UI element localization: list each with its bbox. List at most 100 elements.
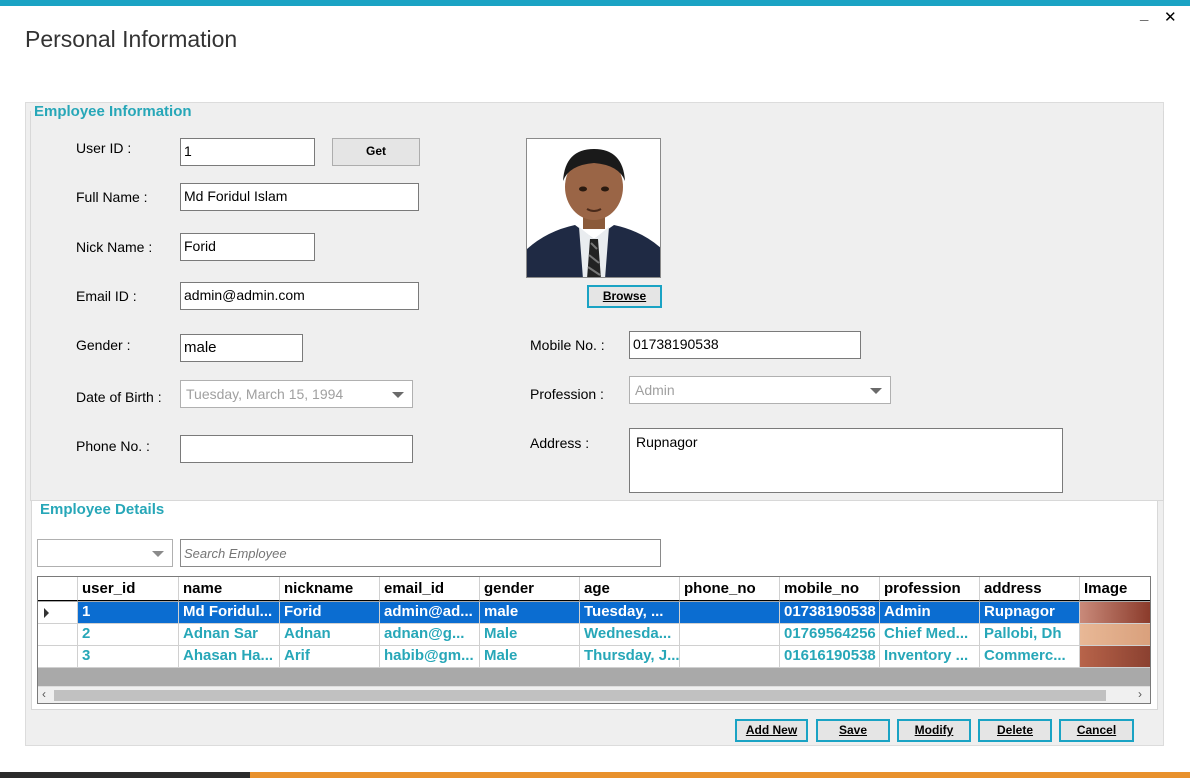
chevron-down-icon: [870, 388, 882, 394]
table-cell[interactable]: 1: [78, 602, 179, 624]
table-cell[interactable]: habib@gm...: [380, 646, 480, 668]
table-cell[interactable]: 2: [78, 624, 179, 646]
dob-picker[interactable]: Tuesday, March 15, 1994: [180, 380, 413, 408]
horizontal-scrollbar[interactable]: ‹ ›: [38, 686, 1150, 703]
table-cell[interactable]: Thursday, J...: [580, 646, 680, 668]
gender-input[interactable]: male: [180, 334, 303, 362]
column-header[interactable]: profession: [880, 577, 980, 601]
column-header[interactable]: Image: [1080, 577, 1150, 601]
dob-value: Tuesday, March 15, 1994: [186, 386, 344, 402]
table-row[interactable]: 3 Ahasan Ha... Arif habib@gm... Male Thu…: [38, 646, 1150, 668]
column-header[interactable]: phone_no: [680, 577, 780, 601]
nick-name-input[interactable]: Forid: [180, 233, 315, 261]
scroll-right-icon[interactable]: ›: [1138, 687, 1142, 701]
table-cell[interactable]: [680, 602, 780, 624]
profession-select[interactable]: Admin: [629, 376, 891, 404]
table-cell[interactable]: Wednesda...: [580, 624, 680, 646]
table-cell[interactable]: adnan@g...: [380, 624, 480, 646]
table-cell[interactable]: 01738190538: [780, 602, 880, 624]
column-header[interactable]: user_id: [78, 577, 179, 601]
table-row[interactable]: 1 Md Foridul... Forid admin@ad... male T…: [38, 602, 1150, 624]
mobile-input[interactable]: 01738190538: [629, 331, 861, 359]
header-corner: [38, 577, 78, 601]
employee-grid[interactable]: user_id name nickname email_id gender ag…: [37, 576, 1151, 704]
image-thumbnail[interactable]: [1080, 602, 1150, 624]
dob-label: Date of Birth :: [76, 389, 162, 405]
scroll-left-icon[interactable]: ‹: [42, 687, 46, 701]
column-header[interactable]: nickname: [280, 577, 380, 601]
window-bottom-accent: [0, 772, 1190, 778]
profession-label: Profession :: [530, 386, 604, 402]
table-cell[interactable]: 01616190538: [780, 646, 880, 668]
profession-value: Admin: [635, 382, 675, 398]
table-cell[interactable]: Inventory ...: [880, 646, 980, 668]
employee-information-title: Employee Information: [32, 103, 194, 120]
column-header[interactable]: email_id: [380, 577, 480, 601]
image-thumbnail[interactable]: [1080, 624, 1150, 646]
table-cell[interactable]: admin@ad...: [380, 602, 480, 624]
column-header[interactable]: mobile_no: [780, 577, 880, 601]
minimize-button[interactable]: _: [1140, 6, 1148, 23]
table-row[interactable]: 2 Adnan Sar Adnan adnan@g... Male Wednes…: [38, 624, 1150, 646]
employee-photo: [526, 138, 661, 278]
column-header[interactable]: name: [179, 577, 280, 601]
browse-button[interactable]: Browse: [587, 285, 662, 308]
table-cell[interactable]: [680, 624, 780, 646]
full-name-label: Full Name :: [76, 189, 148, 205]
address-textarea[interactable]: Rupnagor: [629, 428, 1063, 493]
grid-header-row: user_id name nickname email_id gender ag…: [38, 577, 1150, 601]
user-id-input[interactable]: 1: [180, 138, 315, 166]
column-header[interactable]: gender: [480, 577, 580, 601]
current-row-icon: [44, 608, 49, 618]
table-cell[interactable]: Ahasan Ha...: [179, 646, 280, 668]
table-cell[interactable]: Adnan: [280, 624, 380, 646]
table-cell[interactable]: 01769564256: [780, 624, 880, 646]
column-header[interactable]: address: [980, 577, 1080, 601]
cancel-button[interactable]: Cancel: [1059, 719, 1134, 742]
modify-button[interactable]: Modify: [897, 719, 971, 742]
row-selector[interactable]: [38, 646, 78, 668]
gender-label: Gender :: [76, 337, 131, 353]
email-id-label: Email ID :: [76, 288, 137, 304]
mobile-label: Mobile No. :: [530, 337, 605, 353]
close-button[interactable]: ✕: [1164, 8, 1177, 26]
table-cell[interactable]: Admin: [880, 602, 980, 624]
table-cell[interactable]: Male: [480, 646, 580, 668]
table-cell[interactable]: Adnan Sar: [179, 624, 280, 646]
address-label: Address :: [530, 435, 590, 451]
window-top-accent: [0, 0, 1190, 6]
delete-button[interactable]: Delete: [978, 719, 1052, 742]
column-header[interactable]: age: [580, 577, 680, 601]
phone-label: Phone No. :: [76, 438, 150, 454]
table-cell[interactable]: 3: [78, 646, 179, 668]
add-new-button[interactable]: Add New: [735, 719, 808, 742]
image-thumbnail[interactable]: [1080, 646, 1150, 668]
search-input[interactable]: [180, 539, 661, 567]
full-name-input[interactable]: Md Foridul Islam: [180, 183, 419, 211]
phone-input[interactable]: [180, 435, 413, 463]
table-cell[interactable]: Male: [480, 624, 580, 646]
table-cell[interactable]: Tuesday, ...: [580, 602, 680, 624]
page-title: Personal Information: [25, 26, 238, 52]
chevron-down-icon: [152, 551, 164, 557]
table-cell[interactable]: male: [480, 602, 580, 624]
table-cell[interactable]: Commerc...: [980, 646, 1080, 668]
save-button[interactable]: Save: [816, 719, 890, 742]
table-cell[interactable]: Rupnagor: [980, 602, 1080, 624]
nick-name-label: Nick Name :: [76, 239, 153, 255]
table-cell[interactable]: [680, 646, 780, 668]
email-id-input[interactable]: admin@admin.com: [180, 282, 419, 310]
table-cell[interactable]: Chief Med...: [880, 624, 980, 646]
portrait-image: [527, 139, 660, 277]
row-selector[interactable]: [38, 624, 78, 646]
table-cell[interactable]: Forid: [280, 602, 380, 624]
table-cell[interactable]: Pallobi, Dh: [980, 624, 1080, 646]
get-button[interactable]: Get: [332, 138, 420, 166]
table-cell[interactable]: Arif: [280, 646, 380, 668]
scrollbar-thumb[interactable]: [54, 690, 1106, 701]
employee-details-title: Employee Details: [38, 501, 167, 518]
chevron-down-icon: [392, 392, 404, 398]
filter-select[interactable]: [37, 539, 173, 567]
table-cell[interactable]: Md Foridul...: [179, 602, 280, 624]
row-selector[interactable]: [38, 602, 78, 624]
